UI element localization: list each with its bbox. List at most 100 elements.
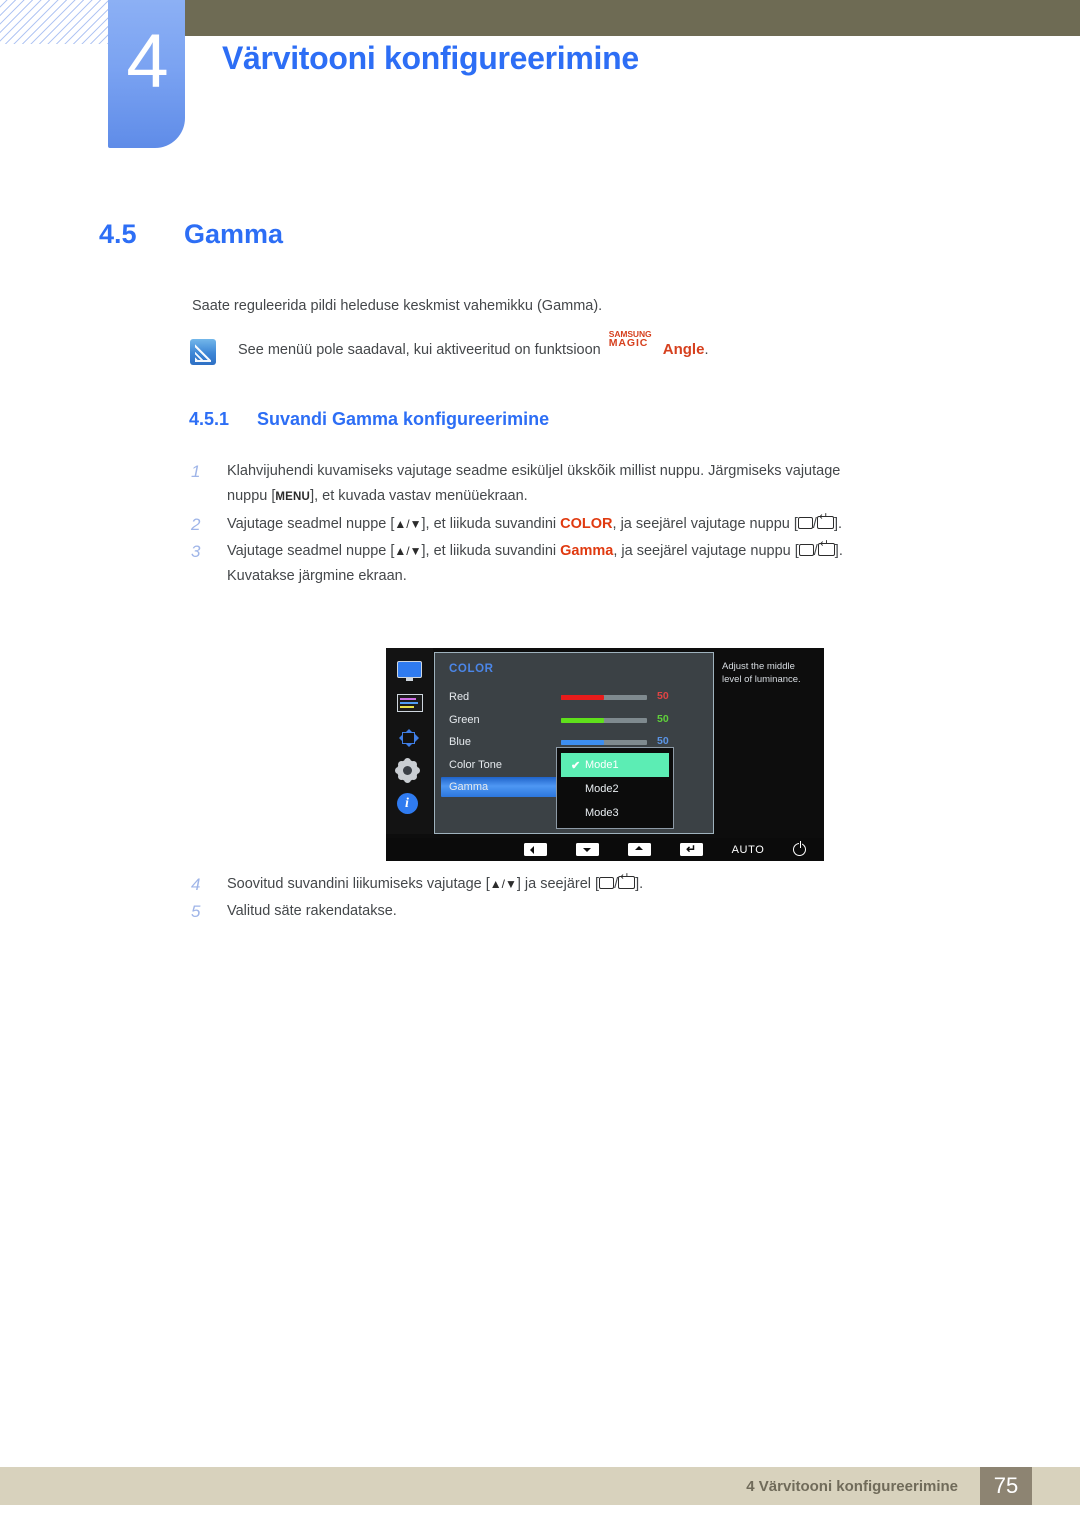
step-item: 4 Soovitud suvandini liikumiseks vajutag… [191,872,996,897]
color-bars-icon[interactable] [396,694,423,715]
osd-tooltip-text: Adjust the middle level of luminance. [722,661,801,685]
chapter-header: 4 Värvitooni konfigureerimine [0,0,1080,160]
dropdown-item-label: Mode3 [585,807,619,819]
enter-key-icon [817,539,835,556]
steps-list-continued: 4 Soovitud suvandini liikumiseks vajutag… [191,872,996,926]
updown-arrow-glyph: ▲/▼ [394,517,422,531]
osd-row-label: Color Tone [449,758,502,771]
section-title: Gamma [184,219,284,249]
header-olive-bar [185,0,1080,36]
intro-paragraph: Saate reguleerida pildi heleduse keskmis… [192,298,603,314]
osd-row-label: Blue [449,736,472,749]
step-text: Klahvijuhendi kuvamiseks vajutage seadme… [227,459,996,510]
step-number: 2 [191,515,201,534]
note-text: See menüü pole saadaval, kui aktiveeritu… [238,330,709,361]
samsung-magic-bottom: MAGIC [608,337,649,349]
updown-arrow-glyph: ▲/▼ [489,877,517,891]
step-text: Vajutage seadmel nuppe [▲/▼], et liikuda… [227,539,996,589]
chapter-number: 4 [126,19,168,104]
note-callout: See menüü pole saadaval, kui aktiveeritu… [190,330,1000,365]
power-button[interactable] [793,841,807,856]
step-number: 5 [191,902,201,921]
step4-d: ]. [635,876,644,892]
enter-key-icon [816,512,834,529]
dropdown-item-mode2[interactable]: Mode2 [561,777,669,801]
dropdown-item-mode3[interactable]: Mode3 [561,801,669,825]
dropdown-item-label: Mode1 [585,759,619,771]
gamma-mode-dropdown[interactable]: ✔ Mode1 Mode2 Mode3 [556,747,674,829]
step1-line2-a: nuppu [ [227,488,276,504]
footer-chapter-label: 4 Värvitooni konfigureerimine [746,1478,958,1495]
step-item: 3 Vajutage seadmel nuppe [▲/▼], et liiku… [191,539,996,589]
note-text-after: . [704,342,709,358]
osd-row-red[interactable]: Red 50 [435,686,713,709]
source-key-icon [599,877,615,889]
step2-b: ], et liikuda suvandini [421,516,557,532]
updown-arrow-glyph: ▲/▼ [394,544,422,558]
osd-row-label: Green [449,713,480,726]
enter-key-icon [618,872,636,889]
step3-c: , ja seejärel vajutage nuppu [ [613,543,799,559]
step2-c: , ja seejärel vajutage nuppu [ [612,516,798,532]
position-arrows-icon[interactable] [397,727,423,748]
dropdown-item-mode1[interactable]: ✔ Mode1 [561,753,669,777]
osd-panel-heading: COLOR [449,663,494,675]
step3-line2: Kuvatakse järgmine ekraan. [227,568,407,584]
steps-list: 1 Klahvijuhendi kuvamiseks vajutage sead… [191,459,996,591]
footer-page-number: 75 [980,1467,1032,1505]
dropdown-item-label: Mode2 [585,783,619,795]
osd-tooltip-panel: Adjust the middle level of luminance. [715,648,824,834]
step4-b: ] ja seejärel [ [516,876,600,892]
step-text: Vajutage seadmel nuppe [▲/▼], et liikuda… [227,512,996,537]
menu-key-label: MENU [275,491,311,503]
section-number: 4.5 [99,219,137,249]
green-slider[interactable] [561,717,647,723]
source-key-icon [797,517,813,529]
osd-button-bar: AUTO [386,838,824,861]
source-key-icon [798,544,814,556]
down-arrow-button[interactable] [575,843,599,856]
step1-line2-b: ], et kuvada vastav menüüekraan. [310,488,528,504]
enter-button[interactable] [679,843,703,856]
red-slider[interactable] [561,695,647,700]
gear-icon[interactable] [396,760,423,781]
step2-d: ]. [833,516,843,532]
step-number: 4 [191,875,201,894]
osd-row-green[interactable]: Green 50 [435,709,713,732]
step-item: 2 Vajutage seadmel nuppe [▲/▼], et liiku… [191,512,996,537]
step3-b: ], et liikuda suvandini [421,543,557,559]
samsung-magic-logo: SAMSUNG MAGIC [608,330,663,354]
keyword-color: COLOR [560,516,613,532]
blue-slider[interactable] [561,740,647,745]
step2-a: Vajutage seadmel nuppe [ [227,516,395,532]
note-text-before: See menüü pole saadaval, kui aktiveeritu… [238,342,601,358]
osd-row-label: Red [449,691,470,704]
step-item: 1 Klahvijuhendi kuvamiseks vajutage sead… [191,459,996,510]
subsection-title: Suvandi Gamma konfigureerimine [257,409,550,429]
green-value: 50 [657,712,669,725]
osd-row-label: Gamma [449,781,489,794]
blue-value: 50 [657,735,669,747]
step-item: 5 Valitud säte rakendatakse. [191,899,996,924]
step-text: Valitud säte rakendatakse. [227,903,397,919]
magic-angle-suffix: Angle [662,341,705,358]
red-value: 50 [657,690,669,702]
step-number: 1 [191,462,201,481]
step4-a: Soovitud suvandini liikumiseks vajutage … [227,876,490,892]
decorative-hatch-pattern [0,0,108,44]
subsection-number: 4.5.1 [189,409,230,429]
step-text: Soovitud suvandini liikumiseks vajutage … [227,872,996,897]
info-icon[interactable]: i [396,793,423,814]
note-pencil-icon [190,339,216,365]
left-arrow-button[interactable] [523,843,547,856]
step-number: 3 [191,542,201,561]
monitor-icon[interactable] [396,661,423,682]
chapter-title: Värvitooni konfigureerimine [222,40,639,76]
step3-a: Vajutage seadmel nuppe [ [227,543,395,559]
step1-line1: Klahvijuhendi kuvamiseks vajutage seadme… [227,463,841,479]
osd-menu-figure: i COLOR Red 50 Green 50 Blue 50 Color To… [386,648,824,861]
keyword-gamma: Gamma [560,543,614,559]
up-arrow-button[interactable] [627,843,651,856]
step3-d: ]. [834,543,843,559]
auto-button[interactable]: AUTO [732,844,765,856]
